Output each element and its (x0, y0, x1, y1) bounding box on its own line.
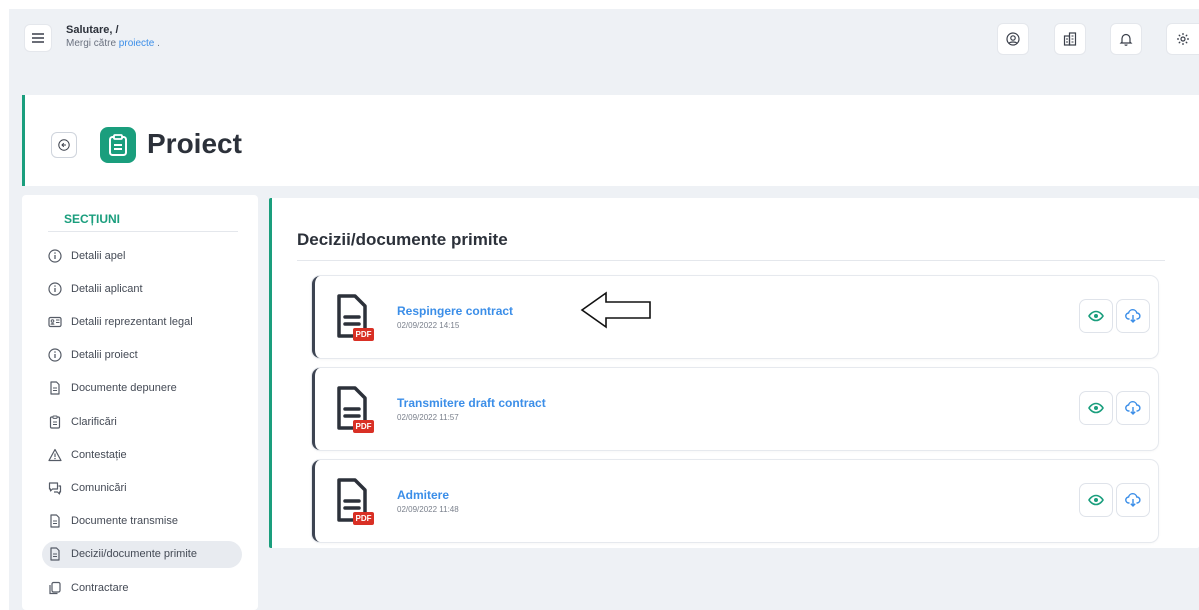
pdf-file-icon: PDF (335, 293, 375, 343)
sidebar-item-label: Detalii aplicant (71, 282, 143, 295)
sidebar-item-documente-depunere[interactable]: Documente depunere (42, 375, 242, 402)
sidebar-item-clarificări[interactable]: Clarificări (42, 408, 242, 435)
sidebar-item-label: Detalii proiect (71, 349, 138, 362)
app-window: Salutare, / Mergi către proiecte . Proie… (9, 9, 1199, 610)
warning-icon (48, 448, 71, 462)
greeting-block: Salutare, / Mergi către proiecte . (66, 24, 160, 49)
id-card-icon (48, 315, 71, 329)
pdf-badge-label: PDF (355, 422, 372, 431)
sidebar-item-label: Contestație (71, 448, 127, 461)
sidebar-item-contestație[interactable]: Contestație (42, 441, 242, 468)
sidebar-item-documente-transmise[interactable]: Documente transmise (42, 508, 242, 535)
greeting-subtitle-prefix: Mergi către (66, 38, 117, 49)
document-date: 02/09/2022 11:57 (397, 413, 459, 422)
bell-icon (1119, 33, 1133, 46)
document-date: 02/09/2022 11:48 (397, 505, 459, 514)
sidebar-item-label: Detalii reprezentant legal (71, 315, 193, 328)
sidebar-title: SECȚIUNI (64, 212, 121, 226)
eye-icon (1088, 402, 1104, 414)
sidebar-item-comunicări[interactable]: Comunicări (42, 474, 242, 501)
pdf-file-icon: PDF (335, 385, 375, 435)
settings-button[interactable] (1166, 23, 1199, 55)
document-date: 02/09/2022 14:15 (397, 321, 460, 330)
profile-button[interactable] (997, 23, 1029, 55)
document-icon (48, 514, 71, 528)
info-icon (48, 248, 71, 263)
gear-icon (1177, 33, 1189, 45)
section-divider (297, 260, 1165, 261)
eye-icon (1088, 310, 1104, 322)
notifications-button[interactable] (1110, 23, 1142, 55)
document-name-link[interactable]: Admitere (397, 488, 449, 502)
eye-icon (1088, 494, 1104, 506)
sidebar-item-label: Contractare (71, 581, 129, 594)
chat-icon (48, 481, 71, 495)
back-button[interactable] (51, 132, 77, 158)
projects-link[interactable]: proiecte (119, 38, 155, 49)
view-button[interactable] (1079, 483, 1113, 517)
pdf-badge-label: PDF (355, 330, 372, 339)
pdf-badge-label: PDF (355, 514, 372, 523)
greeting-subtitle-suffix: . (157, 38, 160, 49)
document-icon (48, 547, 71, 561)
sidebar-item-detalii-reprezentant-legal[interactable]: Detalii reprezentant legal (42, 308, 242, 335)
download-button[interactable] (1116, 299, 1150, 333)
annotation-arrow-icon (580, 291, 651, 329)
sidebar-item-contractare[interactable]: Contractare (42, 574, 242, 601)
cloud-download-icon (1125, 309, 1141, 323)
cloud-download-icon (1125, 401, 1141, 415)
building-icon (1063, 32, 1077, 46)
cloud-download-icon (1125, 493, 1141, 507)
sidebar-item-label: Comunicări (71, 481, 127, 494)
received-documents-panel: Decizii/documente primite PDF Respingere … (269, 198, 1199, 548)
info-icon (48, 282, 71, 296)
arrow-left-icon (58, 139, 70, 151)
project-header: Proiect (22, 95, 1199, 186)
sidebar-item-label: Documente depunere (71, 382, 177, 395)
sidebar-divider (48, 231, 238, 232)
document-icon (48, 381, 71, 395)
document-name-link[interactable]: Transmitere draft contract (397, 396, 546, 410)
sidebar-item-label: Detalii apel (71, 249, 126, 262)
sidebar-item-detalii-apel[interactable]: Detalii apel (42, 242, 242, 269)
greeting-subtitle: Mergi către proiecte . (66, 38, 160, 49)
menu-button[interactable] (24, 24, 52, 52)
clipboard-icon (100, 127, 136, 163)
sidebar-item-detalii-proiect[interactable]: Detalii proiect (42, 342, 242, 369)
sidebar-item-label: Clarificări (71, 415, 117, 428)
pdf-file-icon: PDF (335, 477, 375, 527)
section-title: Decizii/documente primite (297, 230, 508, 249)
page-title: Proiect (147, 128, 242, 159)
document-card: PDF Respingere contract 02/09/2022 14:15 (312, 276, 1158, 358)
hamburger-icon (32, 33, 44, 43)
copy-icon (48, 581, 71, 595)
download-button[interactable] (1116, 391, 1150, 425)
document-name-link[interactable]: Respingere contract (397, 304, 513, 318)
sections-sidebar: SECȚIUNI Detalii apel Detalii aplicant Det… (22, 195, 258, 610)
organization-button[interactable] (1054, 23, 1086, 55)
sidebar-item-label: Decizii/documente primite (71, 548, 197, 561)
document-card: PDF Admitere 02/09/2022 11:48 (312, 460, 1158, 542)
sidebar-item-decizii-documente-primite[interactable]: Decizii/documente primite (42, 540, 242, 568)
clipboard-icon (48, 415, 71, 429)
greeting-title: Salutare, / (66, 24, 119, 36)
view-button[interactable] (1079, 391, 1113, 425)
info-icon (48, 348, 71, 362)
view-button[interactable] (1079, 299, 1113, 333)
sidebar-item-detalii-aplicant[interactable]: Detalii aplicant (42, 275, 242, 302)
download-button[interactable] (1116, 483, 1150, 517)
document-card: PDF Transmitere draft contract 02/09/2022 … (312, 368, 1158, 450)
sidebar-item-label: Documente transmise (71, 515, 178, 528)
user-circle-icon (1006, 32, 1020, 46)
